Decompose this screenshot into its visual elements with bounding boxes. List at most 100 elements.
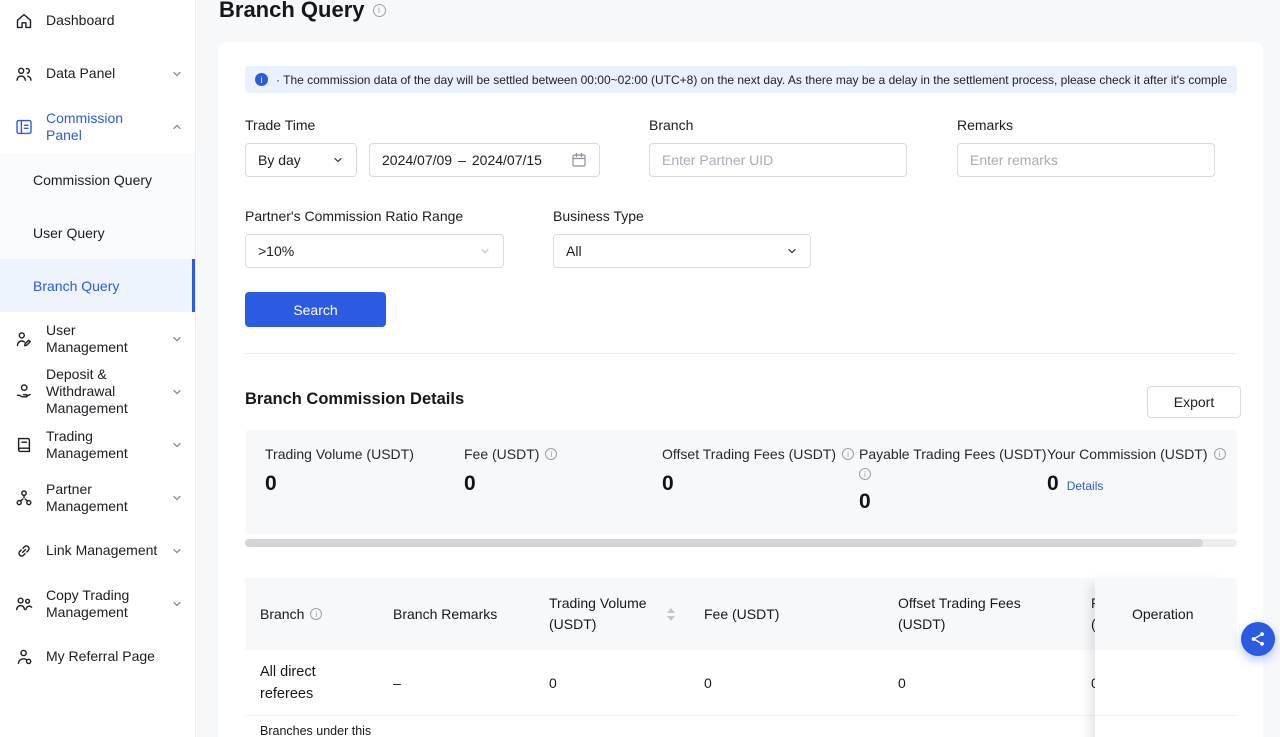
export-button[interactable]: Export xyxy=(1147,386,1241,418)
table-header-row: Branch i Branch Remarks Trading Volume (… xyxy=(245,578,1095,650)
page-header: Branch Query i xyxy=(219,0,386,23)
date-range-picker[interactable]: 2024/07/09 – 2024/07/15 xyxy=(369,143,600,177)
sidebar-item-trading-management[interactable]: Trading Management xyxy=(0,418,195,471)
chevron-down-icon xyxy=(171,545,183,557)
column-operation: Operation xyxy=(1095,578,1237,650)
deposit-withdrawal-icon xyxy=(14,382,34,402)
search-button[interactable]: Search xyxy=(245,292,386,327)
stat-value: 0 xyxy=(859,490,1047,514)
column-label: Fee (USDT) xyxy=(704,606,779,622)
data-panel-icon xyxy=(14,64,34,84)
sidebar-item-partner-management[interactable]: Partner Management xyxy=(0,471,195,524)
table-row: Branches under this xyxy=(245,716,1095,737)
sidebar-item-label: Dashboard xyxy=(46,12,183,29)
cell-branch-remarks: – xyxy=(378,675,534,691)
info-icon[interactable]: i xyxy=(310,608,322,620)
sidebar-item-deposit-withdrawal[interactable]: Deposit & Withdrawal Management xyxy=(0,365,195,418)
settlement-notice-banner: i · The commission data of the day will … xyxy=(245,66,1237,93)
date-end: 2024/07/15 xyxy=(472,152,542,168)
divider xyxy=(245,353,1237,354)
sidebar-item-data-panel[interactable]: Data Panel xyxy=(0,47,195,100)
share-nodes-icon xyxy=(1250,631,1266,647)
notice-text: · The commission data of the day will be… xyxy=(276,73,1227,87)
column-trading-volume: Trading Volume (USDT) xyxy=(534,593,689,635)
sidebar-item-label: Copy Trading Management xyxy=(46,587,159,621)
sidebar-subitem-label: Branch Query xyxy=(33,278,119,294)
info-icon[interactable]: i xyxy=(859,468,871,480)
column-branch: Branch i xyxy=(245,606,378,622)
sidebar-item-link-management[interactable]: Link Management xyxy=(0,524,195,577)
business-type-value: All xyxy=(566,243,582,259)
chevron-down-icon xyxy=(171,439,183,451)
sidebar: Dashboard Data Panel Commission Panel Co… xyxy=(0,0,196,737)
sidebar-item-branch-query[interactable]: Branch Query xyxy=(0,259,195,312)
column-branch-remarks: Branch Remarks xyxy=(378,606,534,622)
home-icon xyxy=(14,11,34,31)
stat-label: Payable Trading Fees (USDT) xyxy=(859,446,1047,462)
cell-operation xyxy=(1095,650,1237,716)
support-fab[interactable] xyxy=(1241,622,1275,656)
referral-icon xyxy=(14,647,34,667)
sidebar-item-my-referral-page[interactable]: My Referral Page xyxy=(0,630,195,683)
trade-time-label: Trade Time xyxy=(245,117,315,133)
cell-fee: 0 xyxy=(689,675,883,691)
stat-your-commission: Your Commission (USDT) i 0 Details xyxy=(1047,444,1226,534)
chevron-down-icon xyxy=(171,68,183,80)
commission-submenu: Commission Query User Query Branch Query xyxy=(0,153,195,312)
remarks-input[interactable] xyxy=(957,143,1215,177)
info-icon[interactable]: i xyxy=(842,448,854,460)
branch-input[interactable] xyxy=(649,143,907,177)
chevron-down-icon xyxy=(171,386,183,398)
sidebar-item-label: Trading Management xyxy=(46,428,159,462)
branch-label: Branch xyxy=(649,117,693,133)
sidebar-item-user-query[interactable]: User Query xyxy=(0,206,195,259)
granularity-select[interactable]: By day xyxy=(245,143,357,177)
sidebar-item-dashboard[interactable]: Dashboard xyxy=(0,0,195,47)
cell-payable-trading-fees: 0 xyxy=(1076,675,1095,691)
table-scroll-area: Branch i Branch Remarks Trading Volume (… xyxy=(245,578,1095,737)
chevron-up-icon xyxy=(171,121,183,133)
sidebar-item-label: Deposit & Withdrawal Management xyxy=(46,366,159,417)
column-payable-trading-fees: Payable Trading Fees (USDT) xyxy=(1076,593,1095,635)
sidebar-item-label: Partner Management xyxy=(46,481,159,515)
scrollbar-thumb[interactable] xyxy=(245,539,1203,547)
details-link[interactable]: Details xyxy=(1067,479,1104,493)
sidebar-item-copy-trading[interactable]: Copy Trading Management xyxy=(0,577,195,630)
stat-value: 0 xyxy=(1047,472,1059,496)
business-type-label: Business Type xyxy=(553,208,644,224)
sidebar-subitem-label: User Query xyxy=(33,225,105,241)
business-type-select[interactable]: All xyxy=(553,234,811,268)
chevron-down-icon xyxy=(479,245,491,257)
query-card: i · The commission data of the day will … xyxy=(219,42,1263,737)
sidebar-item-label: User Management xyxy=(46,322,159,356)
stat-trading-volume: Trading Volume (USDT) 0 xyxy=(265,444,464,534)
main-content: Branch Query i i · The commission data o… xyxy=(197,0,1280,737)
column-label: Offset Trading Fees (USDT) xyxy=(898,593,1048,635)
cell-offset-trading-fees: 0 xyxy=(883,675,1076,691)
sidebar-item-commission-panel[interactable]: Commission Panel xyxy=(0,100,195,153)
stat-offset-trading-fees: Offset Trading Fees (USDT)i 0 xyxy=(662,444,859,534)
partner-management-icon xyxy=(14,488,34,508)
sidebar-nav: Dashboard Data Panel Commission Panel Co… xyxy=(0,0,195,683)
ratio-select[interactable]: >10% xyxy=(245,234,504,268)
info-icon[interactable]: i xyxy=(545,448,557,460)
copy-trading-icon xyxy=(14,594,34,614)
ratio-value: >10% xyxy=(258,243,294,259)
stat-label: Your Commission (USDT) xyxy=(1047,446,1208,462)
sidebar-item-label: My Referral Page xyxy=(46,648,183,665)
trading-management-icon xyxy=(14,435,34,455)
chevron-down-icon xyxy=(332,154,344,166)
sidebar-item-commission-query[interactable]: Commission Query xyxy=(0,153,195,206)
page-title-info-icon[interactable]: i xyxy=(373,4,386,17)
info-icon[interactable]: i xyxy=(1214,448,1226,460)
remarks-label: Remarks xyxy=(957,117,1013,133)
date-start: 2024/07/09 xyxy=(382,152,452,168)
page-title: Branch Query xyxy=(219,0,365,23)
stat-label: Trading Volume (USDT) xyxy=(265,446,414,462)
sort-control[interactable] xyxy=(667,608,675,621)
column-fee: Fee (USDT) xyxy=(689,606,883,622)
column-label: Branch Remarks xyxy=(393,606,497,622)
stat-label: Fee (USDT) xyxy=(464,446,539,462)
stat-fee: Fee (USDT)i 0 xyxy=(464,444,662,534)
sidebar-item-user-management[interactable]: User Management xyxy=(0,312,195,365)
